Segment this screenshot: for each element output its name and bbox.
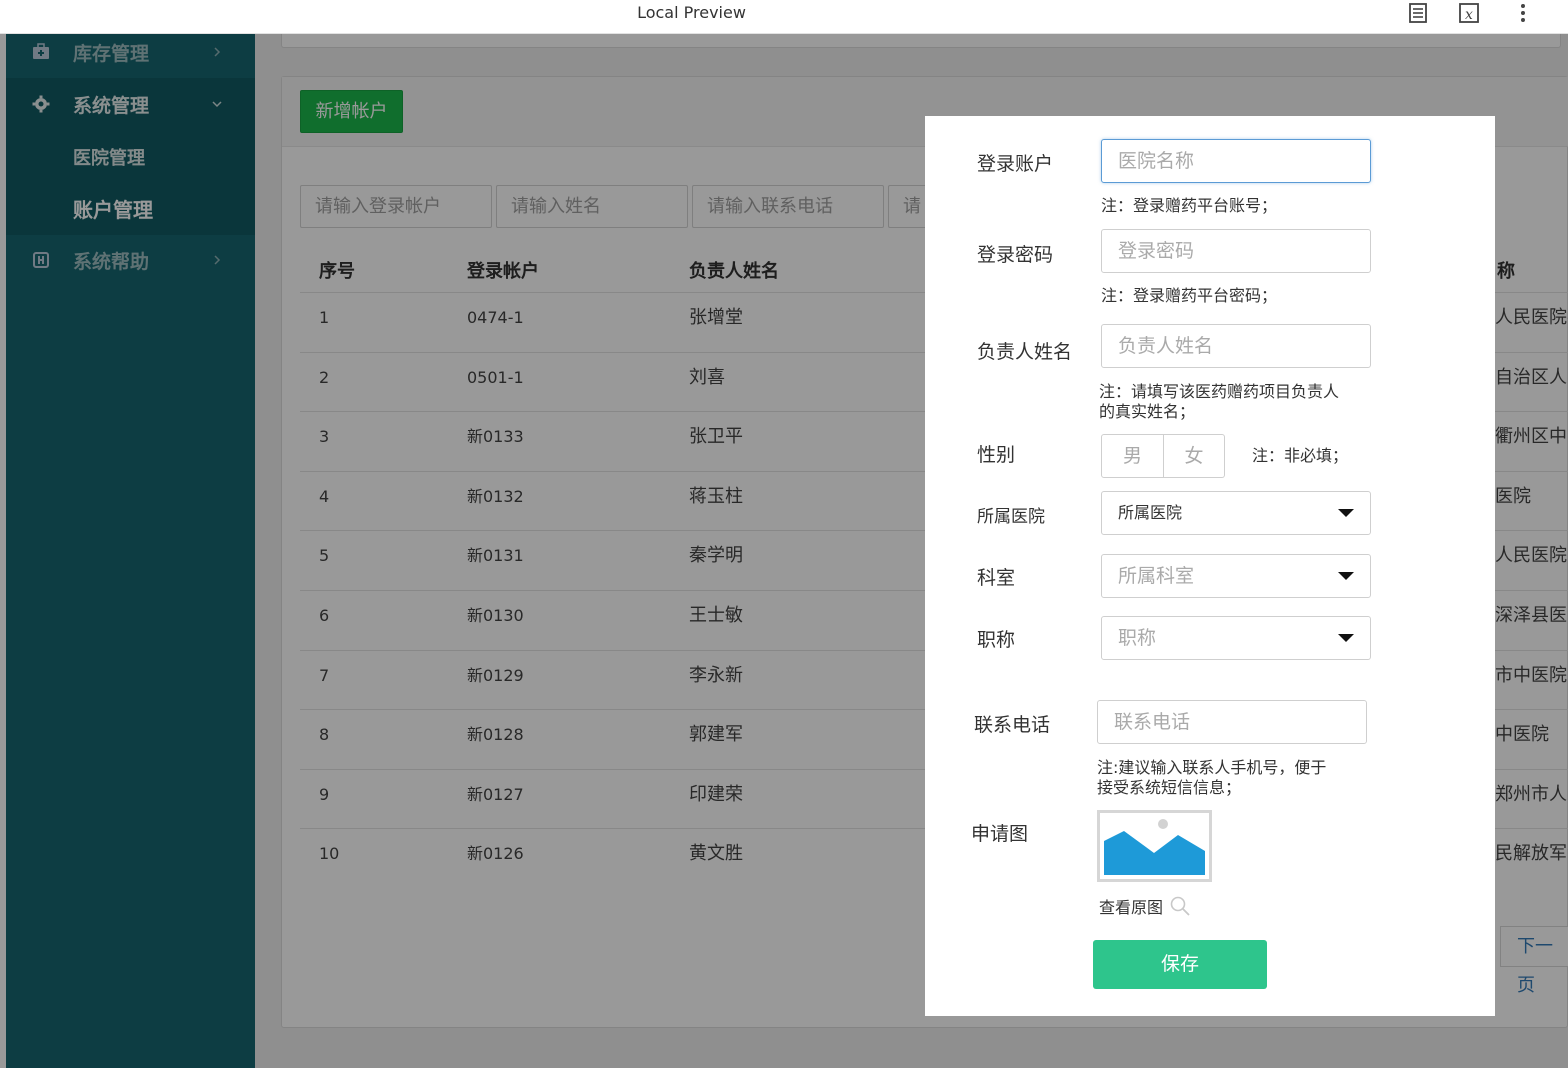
phone-label: 联系电话 <box>974 714 1051 736</box>
password-note: 注：登录赠药平台密码； <box>1101 286 1278 305</box>
manager-name-note-line2: 的真实姓名； <box>1099 402 1196 421</box>
more-menu-icon[interactable] <box>1512 2 1534 24</box>
hospital-select[interactable]: 所属医院 <box>1101 491 1371 535</box>
job-title-select-value: 职称 <box>1118 627 1157 649</box>
window-title: Local Preview <box>637 3 746 22</box>
manager-name-input[interactable]: 负责人姓名 <box>1101 324 1371 368</box>
login-account-label: 登录账户 <box>977 153 1054 175</box>
phone-note-line2: 接受系统短信信息； <box>1097 778 1242 797</box>
reader-icon[interactable] <box>1407 2 1429 24</box>
gender-female-option[interactable]: 女 <box>1164 434 1225 478</box>
magnifier-icon <box>1170 896 1190 916</box>
view-original-link[interactable]: 查看原图 <box>1099 894 1191 918</box>
job-title-select[interactable]: 职称 <box>1101 616 1371 660</box>
hospital-label: 所属医院 <box>977 507 1045 527</box>
caret-down-icon <box>1338 572 1354 580</box>
view-original-label: 查看原图 <box>1099 898 1164 917</box>
application-image-thumbnail[interactable] <box>1097 810 1212 882</box>
department-select-value: 所属科室 <box>1118 565 1195 587</box>
svg-text:x: x <box>1465 7 1473 23</box>
manager-name-label: 负责人姓名 <box>977 341 1073 363</box>
password-label: 登录密码 <box>977 244 1054 266</box>
caret-down-icon <box>1338 634 1354 642</box>
manager-name-note-line1: 注：请填写该医药赠药项目负责人 <box>1099 382 1340 401</box>
image-placeholder-icon <box>1100 813 1209 879</box>
save-button[interactable]: 保存 <box>1093 940 1267 989</box>
gender-male-option[interactable]: 男 <box>1101 434 1164 478</box>
account-edit-modal: 登录账户 医院名称 注：登录赠药平台账号； 登录密码 登录密码 注：登录赠药平台… <box>925 116 1495 1016</box>
function-icon[interactable]: x <box>1458 2 1480 24</box>
hospital-select-value: 所属医院 <box>1118 503 1183 522</box>
phone-note-line1: 注:建议输入联系人手机号，便于 <box>1097 758 1327 777</box>
gender-label: 性别 <box>977 444 1016 466</box>
department-label: 科室 <box>977 567 1016 589</box>
job-title-label: 职称 <box>977 629 1016 651</box>
gender-note: 注：非必填； <box>1252 446 1349 465</box>
login-account-input[interactable]: 医院名称 <box>1101 139 1371 183</box>
caret-down-icon <box>1338 509 1354 517</box>
phone-input[interactable]: 联系电话 <box>1097 700 1367 744</box>
login-account-note: 注：登录赠药平台账号； <box>1101 196 1278 215</box>
application-image-label: 申请图 <box>971 823 1029 845</box>
department-select[interactable]: 所属科室 <box>1101 554 1371 598</box>
password-input[interactable]: 登录密码 <box>1101 229 1371 273</box>
